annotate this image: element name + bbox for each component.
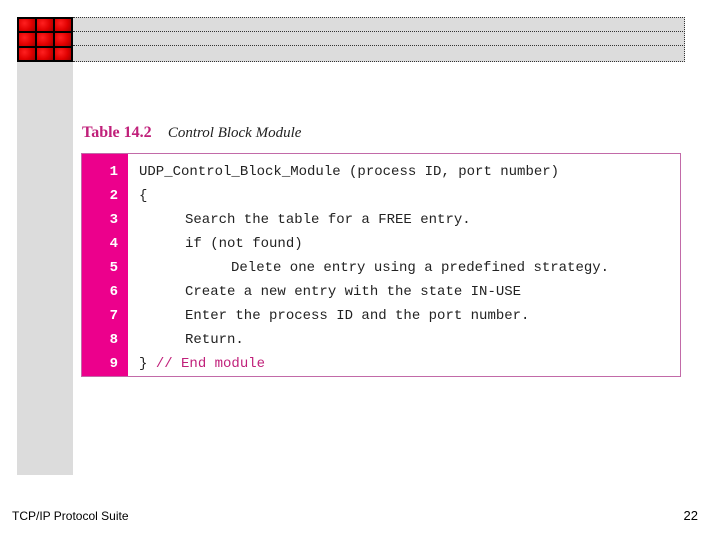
logo-cell	[55, 47, 71, 60]
code-line: 3 Search the table for a FREE entry.	[82, 208, 680, 232]
code-text: Delete one entry using a predefined stra…	[231, 256, 609, 280]
logo-cell	[37, 19, 53, 32]
code-text: Enter the process ID and the port number…	[185, 304, 529, 328]
code-line: 5 Delete one entry using a predefined str…	[82, 256, 680, 280]
line-number: 2	[109, 188, 118, 204]
code-statement: }	[139, 356, 156, 372]
logo-cell	[19, 47, 35, 60]
code-line: 7 Enter the process ID and the port numbe…	[82, 304, 680, 328]
logo-cell	[55, 33, 71, 46]
code-statement: Search the table for a FREE entry.	[185, 212, 471, 228]
code-text: if (not found)	[185, 232, 303, 256]
line-number: 3	[109, 212, 118, 228]
line-number: 7	[109, 308, 118, 324]
logo-cell	[37, 33, 53, 46]
logo-cell	[19, 33, 35, 46]
table-caption: Table 14.2 Control Block Module	[82, 124, 301, 142]
page-number: 22	[683, 508, 698, 523]
code-table: 1 UDP_Control_Block_Module (process ID, p…	[81, 153, 681, 377]
logo-cell	[55, 19, 71, 32]
code-statement: Delete one entry using a predefined stra…	[231, 260, 610, 276]
code-line: 6 Create a new entry with the state IN-US…	[82, 280, 680, 304]
code-line: 2{	[82, 184, 680, 208]
code-line: 1 UDP_Control_Block_Module (process ID, p…	[82, 160, 680, 184]
code-text: Search the table for a FREE entry.	[185, 208, 471, 232]
code-text: } // End module	[139, 352, 265, 376]
footer-title: TCP/IP Protocol Suite	[12, 509, 129, 523]
header-decorative-bars	[73, 17, 685, 62]
code-text: Create a new entry with the state IN-USE	[185, 280, 521, 304]
header-bar	[73, 17, 685, 31]
code-statement: Enter the process ID and the port number…	[185, 308, 530, 324]
code-text: Return.	[185, 328, 244, 352]
code-line: 8 Return.	[82, 328, 680, 352]
code-statement: {	[139, 188, 148, 204]
code-line: 4 if (not found)	[82, 232, 680, 256]
left-sidebar-band	[17, 62, 73, 475]
code-statement: Return.	[185, 332, 244, 348]
code-comment: // End module	[155, 356, 266, 372]
header-bar-edge	[684, 17, 685, 62]
code-statement: if (not found)	[185, 236, 303, 252]
logo-cell	[37, 47, 53, 60]
logo-cell	[19, 19, 35, 32]
table-number: Table 14.2	[82, 124, 152, 141]
header-bar	[73, 31, 685, 45]
code-text: UDP_Control_Block_Module (process ID, po…	[139, 160, 559, 184]
code-text: {	[139, 184, 147, 208]
line-number: 8	[109, 332, 118, 348]
header-bar	[73, 45, 685, 62]
table-title: Control Block Module	[167, 125, 302, 141]
line-number: 5	[109, 260, 118, 276]
code-statement: UDP_Control_Block_Module (process ID, po…	[139, 164, 560, 180]
code-statement: Create a new entry with the state IN-USE	[185, 284, 522, 300]
line-number: 9	[109, 356, 118, 372]
code-line: 9} // End module	[82, 352, 680, 376]
line-number: 1	[109, 164, 118, 180]
line-number: 4	[109, 236, 118, 252]
logo-grid-icon	[17, 17, 73, 62]
line-number: 6	[109, 284, 118, 300]
